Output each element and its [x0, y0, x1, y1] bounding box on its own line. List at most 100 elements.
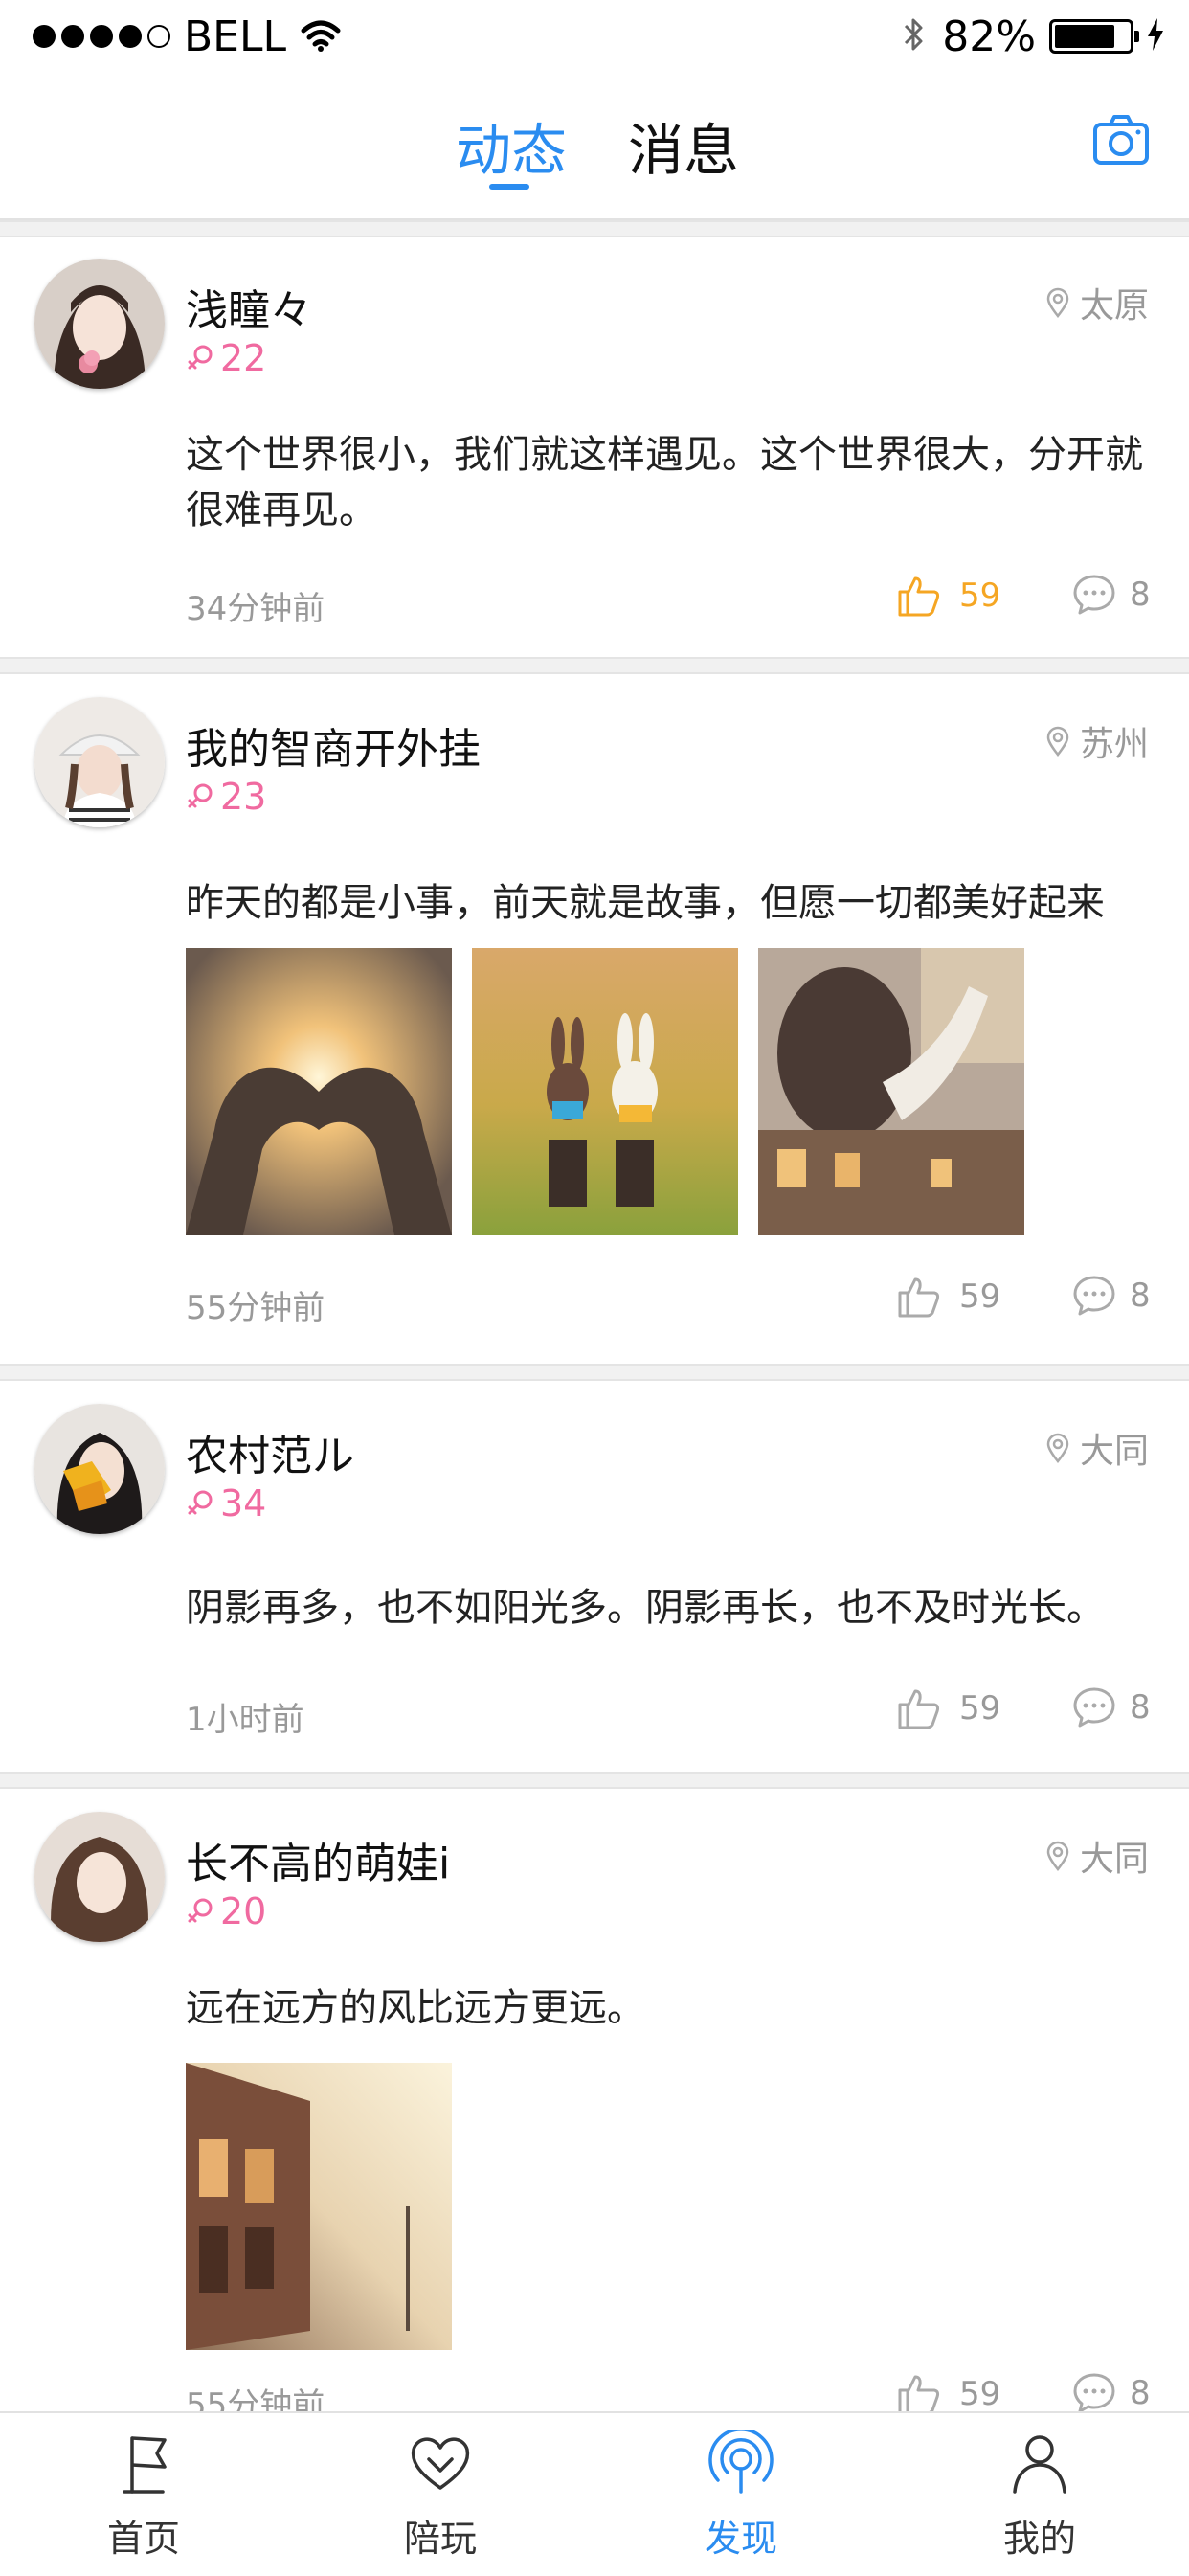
camera-icon[interactable] — [1091, 111, 1151, 170]
battery-percent: 82% — [942, 11, 1036, 61]
post-text: 远在远方的风比远方更远。 — [186, 1986, 645, 2030]
broadcast-icon — [708, 2430, 774, 2494]
like-count: 59 — [959, 1277, 1001, 1316]
female-icon — [188, 1490, 213, 1515]
location: 苏州 — [1045, 716, 1149, 766]
comment-bubble-icon — [1073, 1276, 1115, 1316]
comment-button[interactable]: 8 — [1072, 573, 1151, 617]
comment-button[interactable]: 8 — [1072, 1274, 1151, 1318]
like-button[interactable]: 59 — [896, 1685, 1000, 1731]
gender-age-badge: 20 — [186, 1890, 266, 1932]
age: 34 — [220, 1482, 267, 1525]
comment-bubble-icon — [1073, 575, 1115, 615]
comment-button[interactable]: 8 — [1072, 1685, 1151, 1729]
avatar[interactable] — [34, 1812, 165, 1942]
thumbs-up-icon — [898, 2375, 940, 2411]
post-time: 1小时前 — [186, 1701, 304, 1739]
like-count: 59 — [959, 576, 1001, 615]
gender-age-badge: 34 — [186, 1482, 266, 1525]
signal-dot-empty — [147, 25, 170, 48]
thumbs-up-icon — [898, 1277, 940, 1318]
feed-separator — [0, 657, 1189, 674]
avatar[interactable] — [34, 259, 165, 389]
comment-button[interactable]: 8 — [1072, 2371, 1151, 2411]
username[interactable]: 农村范ル — [186, 1421, 354, 1482]
post-time: 34分钟前 — [186, 590, 325, 628]
location-text: 太原 — [1079, 286, 1149, 326]
thumbs-up-icon — [898, 576, 940, 617]
comment-count: 8 — [1130, 1688, 1151, 1727]
comment-count: 8 — [1130, 2374, 1151, 2411]
avatar[interactable] — [34, 1404, 165, 1534]
location-pin-icon — [1046, 726, 1069, 757]
gender-age-badge: 22 — [186, 337, 266, 379]
location: 大同 — [1045, 1423, 1149, 1473]
comment-bubble-icon — [1073, 2373, 1115, 2411]
like-button[interactable]: 59 — [896, 1274, 1000, 1320]
girl-window-photo[interactable] — [758, 948, 1024, 1235]
username[interactable]: 长不高的萌娃i — [186, 1829, 450, 1890]
heart-hands-photo[interactable] — [186, 948, 452, 1235]
post-time: 55分钟前 — [186, 2386, 325, 2411]
battery-fill — [1055, 25, 1115, 48]
street-photo[interactable] — [186, 2063, 452, 2350]
feed-post: 长不高的萌娃i 大同 20 远在远方的风比远方更远。 55分钟前 59 8 — [0, 1789, 1189, 2411]
nav-item-me[interactable]: 我的 — [944, 2413, 1135, 2576]
signal-dot — [61, 25, 84, 48]
location: 太原 — [1045, 278, 1149, 328]
feed-post: 农村范ル 大同 34 阴影再多，也不如阳光多。阴影再长，也不及时光长。 1小时前… — [0, 1381, 1189, 1772]
battery-icon — [1049, 19, 1139, 54]
location-text: 苏州 — [1079, 725, 1149, 764]
post-text: 昨天的都是小事，前天就是故事，但愿一切都美好起来 — [186, 881, 1105, 925]
female-icon — [188, 1898, 213, 1923]
signal-dot — [119, 25, 142, 48]
feed-separator — [0, 1364, 1189, 1381]
comment-count: 8 — [1130, 576, 1151, 614]
post-text: 这个世界很小，我们就这样遇见。这个世界很大，分开就很难再见。 — [186, 433, 1143, 532]
like-count: 59 — [959, 2375, 1001, 2411]
person-icon — [1013, 2435, 1066, 2494]
nav-item-discover[interactable]: 发现 — [645, 2413, 837, 2576]
tab-indicator — [489, 184, 529, 190]
location: 大同 — [1045, 1831, 1149, 1881]
nav-label: 发现 — [704, 2518, 777, 2560]
nav-item-play[interactable]: 陪玩 — [345, 2413, 536, 2576]
status-left: BELL — [33, 8, 342, 65]
signal-dot — [90, 25, 113, 48]
tab-messages[interactable]: 消息 — [628, 105, 739, 186]
comment-count: 8 — [1130, 1277, 1151, 1315]
comment-bubble-icon — [1073, 1687, 1115, 1728]
bunny-figures-photo[interactable] — [472, 948, 738, 1235]
like-button[interactable]: 59 — [896, 2371, 1000, 2411]
username[interactable]: 我的智商开外挂 — [186, 714, 481, 776]
heart-icon — [411, 2437, 470, 2490]
charging-bolt-icon — [1147, 18, 1164, 55]
carrier-name: BELL — [184, 11, 287, 61]
age: 22 — [220, 337, 267, 379]
gender-age-badge: 23 — [186, 776, 266, 818]
status-bar: BELL 82% — [0, 0, 1189, 71]
nav-label: 陪玩 — [403, 2518, 477, 2560]
location-text: 大同 — [1079, 1840, 1149, 1879]
feed-post: 浅瞳々 太原 22 这个世界很小，我们就这样遇见。这个世界很大，分开就很难再见。… — [0, 236, 1189, 657]
top-header: 动态 消息 — [0, 71, 1189, 218]
avatar[interactable] — [34, 697, 165, 827]
location-pin-icon — [1046, 1433, 1069, 1463]
nav-label: 首页 — [106, 2518, 180, 2560]
bluetooth-icon — [902, 15, 925, 57]
location-pin-icon — [1046, 1841, 1069, 1871]
female-icon — [188, 783, 213, 808]
post-time: 55分钟前 — [186, 1289, 325, 1327]
nav-item-home[interactable]: 首页 — [48, 2413, 239, 2576]
flag-icon — [123, 2436, 167, 2494]
nav-label: 我的 — [1002, 2518, 1076, 2560]
tab-moments[interactable]: 动态 — [456, 105, 567, 186]
location-text: 大同 — [1079, 1432, 1149, 1471]
feed-post: 我的智商开外挂 苏州 23 昨天的都是小事，前天就是故事，但愿一切都美好起来 5… — [0, 674, 1189, 1364]
female-icon — [188, 345, 213, 370]
username[interactable]: 浅瞳々 — [186, 276, 312, 337]
bottom-nav: 首页 陪玩 发现 我的 — [0, 2411, 1189, 2576]
like-button[interactable]: 59 — [896, 573, 1000, 619]
location-pin-icon — [1046, 287, 1069, 318]
feed-separator — [0, 1772, 1189, 1789]
